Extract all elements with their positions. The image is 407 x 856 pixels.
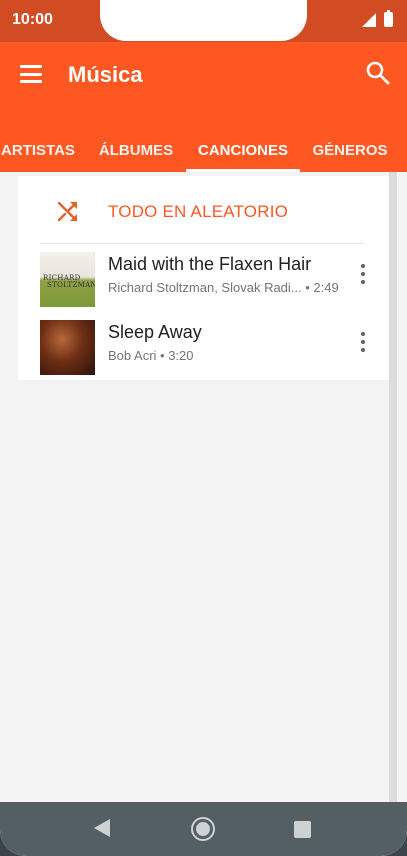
song-list-card: TODO EN ALEATORIO RICHARD STOLTZMAN Maid… — [18, 176, 389, 380]
phone-screen: 10:00 Música ARTISTAS ÁLBUMES CANCIONES — [0, 0, 407, 856]
tab-label: GÉNEROS — [312, 141, 388, 159]
signal-icon — [362, 12, 376, 27]
tab-canciones[interactable]: CANCIONES — [186, 128, 300, 172]
song-subtitle: Richard Stoltzman, Slovak Radi... • 2:49 — [108, 280, 339, 295]
album-art: RICHARD STOLTZMAN — [40, 252, 95, 307]
tab-artistas[interactable]: ARTISTAS — [0, 128, 76, 172]
recent-apps-icon[interactable] — [294, 821, 311, 838]
more-options-icon[interactable] — [359, 332, 367, 352]
search-icon[interactable] — [365, 60, 391, 86]
tab-label: CANCIONES — [197, 141, 288, 159]
hamburger-menu-icon[interactable] — [20, 62, 44, 86]
back-icon[interactable] — [94, 819, 110, 837]
status-time: 10:00 — [12, 11, 53, 28]
status-bar: 10:00 — [0, 0, 407, 42]
tab-generos[interactable]: GÉNEROS — [310, 128, 390, 172]
album-art — [40, 320, 95, 375]
scrollbar[interactable] — [389, 172, 397, 802]
shuffle-label: TODO EN ALEATORIO — [108, 202, 289, 221]
tab-albumes[interactable]: ÁLBUMES — [95, 128, 177, 172]
tab-label: ARTISTAS — [1, 141, 75, 159]
song-row[interactable]: RICHARD STOLTZMAN Maid with the Flaxen H… — [18, 244, 389, 310]
system-icons — [362, 10, 393, 27]
category-tabs: ARTISTAS ÁLBUMES CANCIONES GÉNEROS — [0, 128, 407, 172]
battery-icon — [384, 10, 393, 27]
shuffle-icon — [57, 201, 78, 222]
display-notch — [100, 0, 307, 41]
page-title: Música — [68, 62, 143, 87]
song-title: Maid with the Flaxen Hair — [108, 254, 312, 274]
song-row[interactable]: Sleep Away Bob Acri • 3:20 — [18, 312, 389, 378]
app-toolbar: Música ARTISTAS ÁLBUMES CANCIONES GÉNERO… — [0, 42, 407, 172]
tab-label: ÁLBUMES — [98, 141, 174, 159]
song-title: Sleep Away — [108, 322, 202, 342]
more-options-icon[interactable] — [359, 264, 367, 284]
shuffle-all-button[interactable]: TODO EN ALEATORIO — [18, 176, 389, 244]
system-nav-bar — [0, 802, 407, 856]
home-icon[interactable] — [191, 817, 215, 841]
song-subtitle: Bob Acri • 3:20 — [108, 348, 194, 363]
album-art-text: STOLTZMAN — [47, 281, 95, 289]
